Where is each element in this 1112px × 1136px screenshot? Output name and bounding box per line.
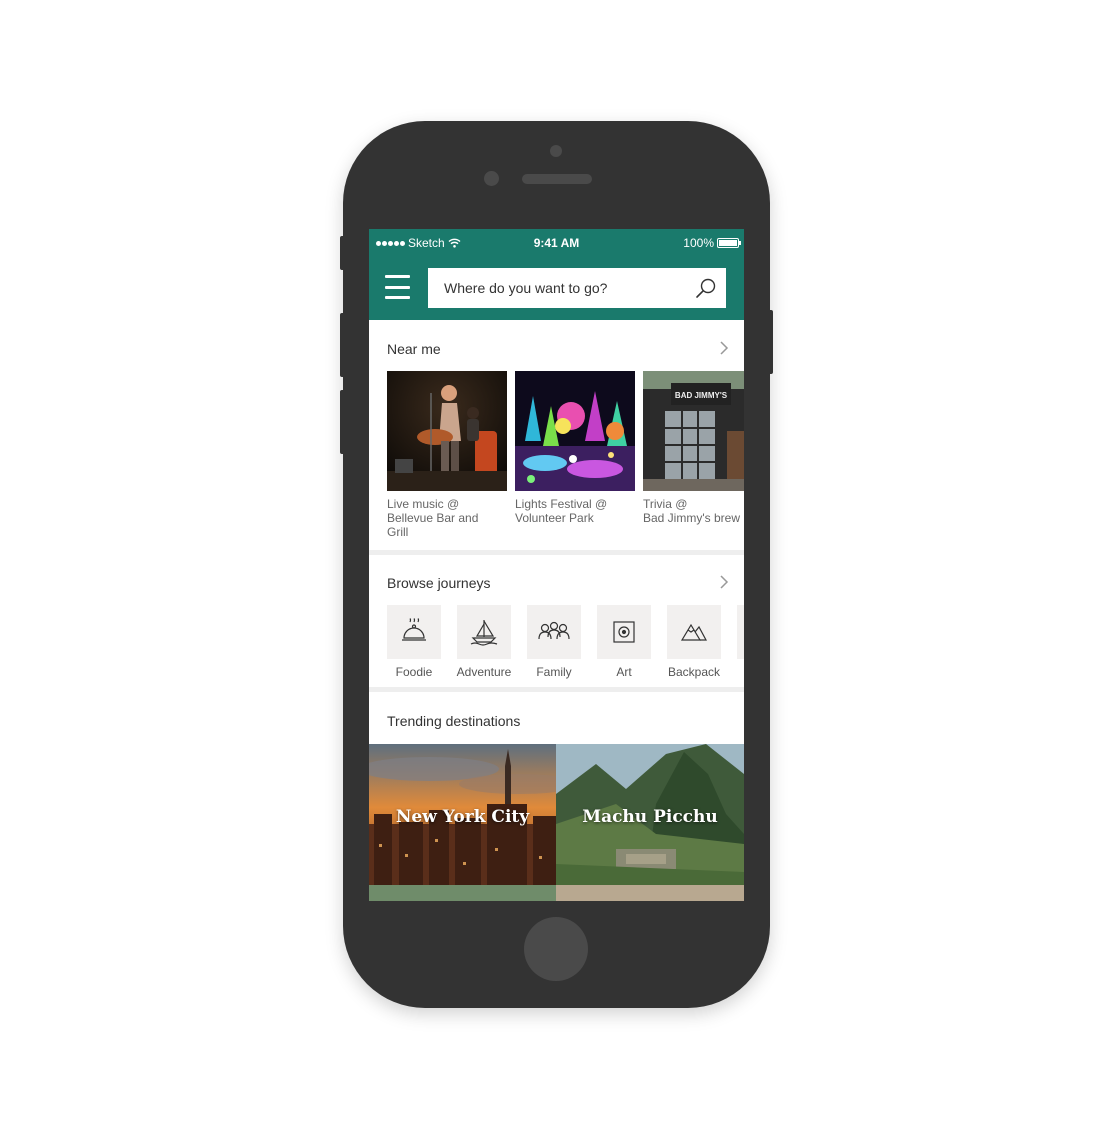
bad-jimmys-sign: BAD JIMMY'S	[675, 391, 728, 400]
journey-label: Art	[616, 665, 632, 679]
cloche-icon	[402, 618, 426, 641]
near-me-title: Near me	[387, 341, 441, 357]
journey-label: Family	[536, 665, 572, 679]
trending-title: Trending destinations	[387, 713, 521, 729]
lights-festival-photo	[515, 371, 635, 491]
proximity-sensor	[484, 171, 499, 186]
battery-icon	[717, 238, 741, 248]
journey-label: Adventure	[456, 665, 512, 679]
mute-switch	[340, 236, 345, 270]
earpiece-speaker	[522, 174, 592, 184]
destination-machu-picchu[interactable]: Machu Picchu	[556, 744, 744, 885]
destination-label: Machu Picchu	[582, 807, 718, 827]
journey-art[interactable]: Art	[597, 605, 651, 679]
near-me-card-trivia[interactable]: BAD JIMMY'S Trivia @ Bad Jimmy's brew	[643, 371, 744, 525]
home-button[interactable]	[524, 917, 588, 981]
volume-up-button	[340, 313, 345, 377]
journey-label: Foodie	[395, 665, 433, 679]
art-frame-icon	[613, 621, 635, 643]
section-divider	[369, 687, 744, 692]
bad-jimmys-photo: BAD JIMMY'S	[643, 371, 744, 491]
journey-label: Backpack	[667, 665, 721, 679]
destination-label: New York City	[395, 807, 530, 827]
journey-more[interactable]	[737, 605, 744, 659]
app-screen: Sketch 9:41 AM 100% Nea	[369, 229, 744, 901]
volume-down-button	[340, 390, 345, 454]
lights-festival-caption: Lights Festival @ Volunteer Park	[515, 497, 608, 525]
near-me-chevron-right-icon[interactable]	[719, 341, 729, 355]
live-music-caption: Live music @ Bellevue Bar and Grill	[387, 497, 479, 539]
near-me-card-live-music[interactable]: Live music @ Bellevue Bar and Grill	[387, 371, 507, 539]
section-divider	[369, 550, 744, 555]
near-me-card-lights-festival[interactable]: Lights Festival @ Volunteer Park	[515, 371, 635, 525]
destination-next-row-left[interactable]	[369, 885, 556, 901]
trivia-caption: Trivia @ Bad Jimmy's brew	[643, 497, 740, 525]
mountains-icon	[680, 623, 708, 641]
browse-journeys-chevron-right-icon[interactable]	[719, 575, 729, 589]
power-button	[768, 310, 773, 374]
search-input[interactable]	[428, 268, 678, 308]
live-music-photo	[387, 371, 507, 491]
front-camera	[550, 145, 562, 157]
journey-backpack[interactable]: Backpack	[667, 605, 721, 679]
battery-percent: 100%	[683, 236, 714, 250]
family-icon	[538, 621, 570, 640]
search-icon[interactable]	[695, 277, 717, 299]
menu-button[interactable]	[385, 275, 411, 299]
search-box[interactable]	[428, 268, 726, 308]
browse-journeys-title: Browse journeys	[387, 575, 491, 591]
journey-adventure[interactable]: Adventure	[457, 605, 511, 679]
journey-foodie[interactable]: Foodie	[387, 605, 441, 679]
status-bar: Sketch 9:41 AM 100%	[369, 229, 744, 255]
destination-new-york-city[interactable]: New York City	[369, 744, 556, 885]
app-header: Sketch 9:41 AM 100%	[369, 229, 744, 320]
destination-next-row-right[interactable]	[556, 885, 744, 901]
journey-family[interactable]: Family	[527, 605, 581, 679]
sailboat-icon	[470, 620, 498, 646]
